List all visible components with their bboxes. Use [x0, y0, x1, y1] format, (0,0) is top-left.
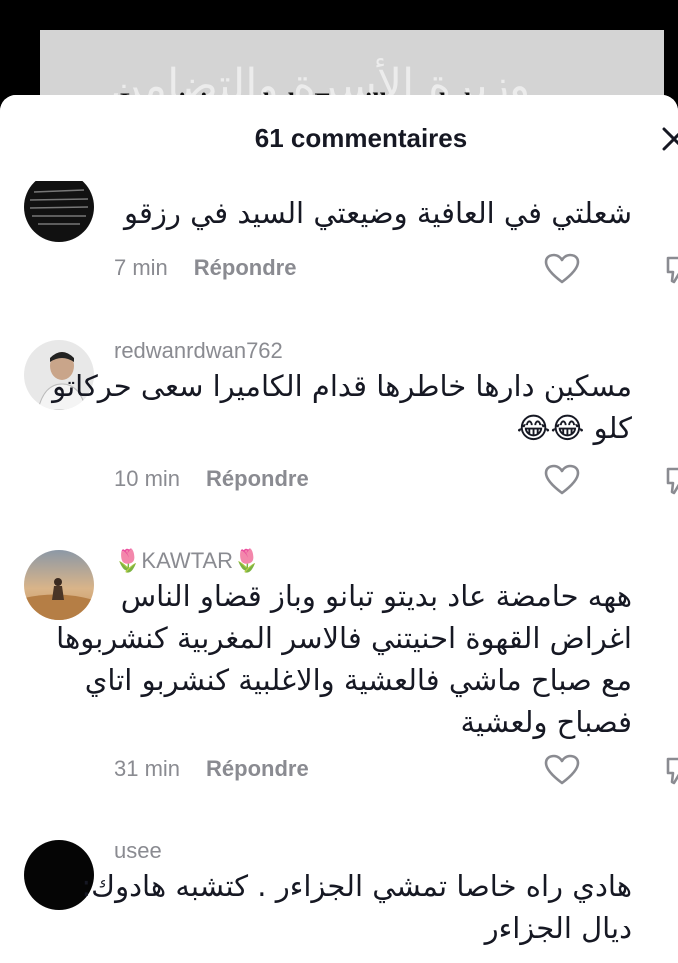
comment-time: 7 min	[114, 255, 168, 280]
comments-count-title: 61 commentaires	[254, 123, 468, 153]
comment-time: 10 min	[114, 466, 181, 491]
comment-meta: 10 min Répondre	[114, 466, 309, 496]
comment-text-line: اغراض القهوة احنيتني فالاسر المغربية كنش…	[56, 621, 632, 655]
comment-text: شعلتي في العافية وضيعتي السيد في رزقو	[124, 196, 632, 230]
username[interactable]: usee	[114, 838, 162, 864]
username[interactable]: 🌷KAWTAR🌷	[114, 548, 260, 574]
comment-text-line: ديال الجزاءر	[484, 911, 632, 945]
comment-meta: 31 min Répondre	[114, 756, 309, 786]
dislike-icon[interactable]	[664, 466, 678, 496]
comment-text-line: مسكين دارها خاطرها قدام الكاميرا سعى حرك…	[52, 369, 632, 403]
comment-time: 31 min	[114, 756, 181, 781]
heart-icon[interactable]	[544, 754, 580, 786]
reply-button[interactable]: Répondre	[194, 255, 297, 280]
comment-text-line: هادي راه خاصا تمشي الجزاءر . كتشبه هادوك…	[81, 869, 632, 903]
comment-text-line: فصباح ولعشية	[460, 705, 632, 739]
sheet-header: 61 commentaires	[0, 95, 678, 181]
username[interactable]: redwanrdwan762	[114, 338, 283, 364]
comment-text-line: مع صباح ماشي فالعشية والاغلبية كنشربو ات…	[84, 663, 632, 697]
reply-button[interactable]: Répondre	[206, 756, 309, 781]
comment-text-line: ههه حامضة عاد بديتو تبانو وباز قضاو النا…	[120, 579, 632, 613]
comment-text-line: كلو 😂😂	[516, 411, 632, 445]
comment-meta: 7 min Répondre	[114, 255, 296, 285]
heart-icon[interactable]	[544, 253, 580, 285]
comments-sheet: 61 commentaires شعلتي في العافية وضيعتي …	[0, 95, 678, 963]
reply-button[interactable]: Répondre	[206, 466, 309, 491]
dislike-icon[interactable]	[664, 255, 678, 285]
heart-icon[interactable]	[544, 464, 580, 496]
close-icon[interactable]	[660, 125, 678, 153]
dislike-icon[interactable]	[664, 756, 678, 786]
